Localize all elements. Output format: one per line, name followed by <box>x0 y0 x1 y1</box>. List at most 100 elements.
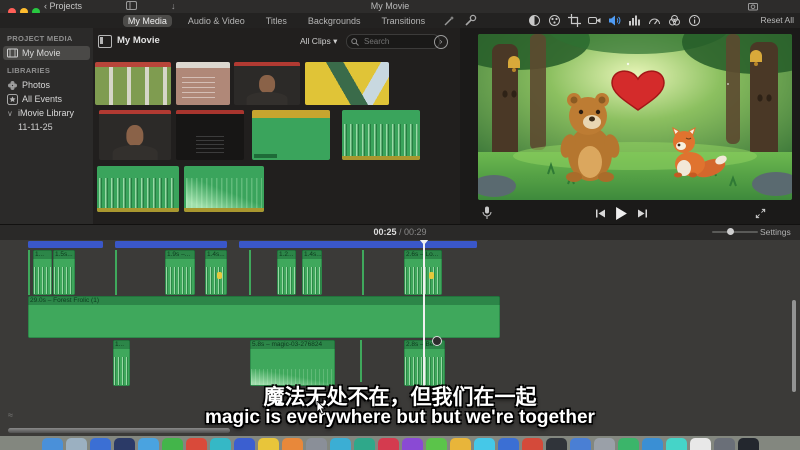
adjust-wrench-icon[interactable] <box>464 14 477 27</box>
timeline-clip[interactable]: 5.8s – magic-03-276824 <box>250 340 335 386</box>
dock-app-icon[interactable] <box>378 438 399 450</box>
volume-icon[interactable] <box>608 14 621 27</box>
back-to-projects-button[interactable]: ‹ Projects <box>44 1 82 11</box>
play-icon[interactable] <box>615 207 628 220</box>
sidebar-item-event-date[interactable]: 11-11-25 <box>0 120 93 133</box>
dock-app-icon[interactable] <box>474 438 495 450</box>
thin-clip[interactable] <box>362 250 364 295</box>
dock-app-icon[interactable] <box>234 438 255 450</box>
layout-icon[interactable] <box>126 0 137 11</box>
dock-app-icon[interactable] <box>546 438 567 450</box>
voiceover-mic-icon[interactable] <box>481 204 493 222</box>
sidebar-item-imovie-library[interactable]: ∨ iMovie Library <box>0 106 93 120</box>
info-icon[interactable] <box>688 14 701 27</box>
media-thumbnail-waveform-spiky[interactable] <box>342 110 420 160</box>
clip-filter-icon[interactable] <box>668 14 681 27</box>
dock-app-icon[interactable] <box>330 438 351 450</box>
disclosure-triangle-icon[interactable]: ∨ <box>7 109 14 118</box>
crop-icon[interactable] <box>568 14 581 27</box>
clip-overview-icon[interactable] <box>98 35 112 48</box>
dock-app-icon[interactable] <box>450 438 471 450</box>
skip-forward-icon[interactable] <box>637 208 648 219</box>
timeline-zoom-slider[interactable] <box>712 231 758 233</box>
dock-app-icon[interactable] <box>306 438 327 450</box>
dock-app-icon[interactable] <box>642 438 663 450</box>
dock-app-icon[interactable] <box>114 438 135 450</box>
tab-audio-video[interactable]: Audio & Video <box>183 15 250 27</box>
reset-all-button[interactable]: Reset All <box>760 15 794 25</box>
zoom-slider-thumb[interactable] <box>727 228 734 235</box>
vertical-scrollbar[interactable] <box>792 300 796 392</box>
timeline-clip[interactable]: 1... <box>113 340 130 386</box>
media-thumbnail-person[interactable] <box>234 62 300 105</box>
media-thumbnail-notes[interactable] <box>176 62 230 105</box>
tab-my-media[interactable]: My Media <box>123 15 172 27</box>
search-box[interactable] <box>346 34 440 49</box>
sidebar-item-photos[interactable]: Photos <box>0 78 93 92</box>
music-bar-clip[interactable] <box>28 241 103 248</box>
thin-clip[interactable] <box>115 250 117 295</box>
clip-effect-badge[interactable] <box>432 336 442 346</box>
dock-app-icon[interactable] <box>66 438 87 450</box>
dock-app-icon[interactable] <box>690 438 711 450</box>
timeline-clip[interactable]: 29.0s – Forest Frolic (1) <box>28 296 500 338</box>
tab-backgrounds[interactable]: Backgrounds <box>303 15 366 27</box>
speed-icon[interactable] <box>648 14 661 27</box>
sidebar-item-my-movie[interactable]: My Movie <box>3 46 90 60</box>
dock-app-icon[interactable] <box>354 438 375 450</box>
media-thumbnail-screen-dark[interactable] <box>176 110 244 160</box>
dock-app-icon[interactable] <box>594 438 615 450</box>
dock-app-icon[interactable] <box>426 438 447 450</box>
dock-app-icon[interactable] <box>138 438 159 450</box>
timeline-clip[interactable]: 1.4s... <box>205 250 227 295</box>
stabilization-camera-icon[interactable] <box>588 14 601 27</box>
noise-reduction-icon[interactable] <box>628 14 641 27</box>
dock-app-icon[interactable] <box>714 438 735 450</box>
media-thumbnail-waveform-decay[interactable] <box>184 166 264 212</box>
color-correction-icon[interactable] <box>548 14 561 27</box>
thin-clip[interactable] <box>249 250 251 295</box>
dock-app-icon[interactable] <box>666 438 687 450</box>
timeline-clip[interactable]: 1.4s... <box>302 250 322 295</box>
all-clips-dropdown[interactable]: All Clips ▾ <box>300 36 337 47</box>
timeline-clip[interactable]: 1.5s... <box>53 250 75 295</box>
dock-app-icon[interactable] <box>738 438 759 450</box>
dock-app-icon[interactable] <box>402 438 423 450</box>
video-viewer[interactable] <box>478 34 792 200</box>
media-thumbnail-yellow-graphic[interactable] <box>305 62 389 105</box>
dock-app-icon[interactable] <box>42 438 63 450</box>
media-thumbnail-green-title[interactable] <box>252 110 330 160</box>
thin-clip[interactable] <box>28 250 30 295</box>
search-input[interactable] <box>362 36 435 47</box>
timeline-clip[interactable]: 1.2... <box>277 250 296 295</box>
media-thumbnail-waveform-dense[interactable] <box>97 166 179 212</box>
camera-icon[interactable] <box>748 2 758 11</box>
media-thumbnail-webpage[interactable] <box>95 62 171 105</box>
media-thumbnail-person[interactable] <box>99 110 171 160</box>
dock-app-icon[interactable] <box>90 438 111 450</box>
dock-app-icon[interactable] <box>570 438 591 450</box>
fullscreen-icon[interactable] <box>755 204 766 222</box>
timeline-settings-button[interactable]: Settings <box>760 227 791 237</box>
dock-app-icon[interactable] <box>522 438 543 450</box>
dock-app-icon[interactable] <box>162 438 183 450</box>
download-icon[interactable]: ↓ <box>171 1 176 11</box>
timeline-clip[interactable]: 1.9s –... <box>165 250 195 295</box>
dock-app-icon[interactable] <box>498 438 519 450</box>
tab-titles[interactable]: Titles <box>261 15 292 27</box>
color-balance-icon[interactable] <box>528 14 541 27</box>
dock-app-icon[interactable] <box>186 438 207 450</box>
skip-back-icon[interactable] <box>595 208 606 219</box>
source-browser-toggle-icon[interactable]: › <box>434 35 448 49</box>
music-bar-clip[interactable] <box>239 241 477 248</box>
timeline-clip[interactable]: 1... <box>33 250 52 295</box>
dock-app-icon[interactable] <box>210 438 231 450</box>
dock-app-icon[interactable] <box>282 438 303 450</box>
dock-app-icon[interactable] <box>258 438 279 450</box>
sidebar-item-all-events[interactable]: All Events <box>0 92 93 106</box>
timeline-clip[interactable]: 2.8s – Bel... <box>404 340 445 386</box>
dock-app-icon[interactable] <box>618 438 639 450</box>
tab-transitions[interactable]: Transitions <box>376 15 430 27</box>
enhance-wand-icon[interactable] <box>443 15 455 27</box>
music-bar-clip[interactable] <box>115 241 227 248</box>
